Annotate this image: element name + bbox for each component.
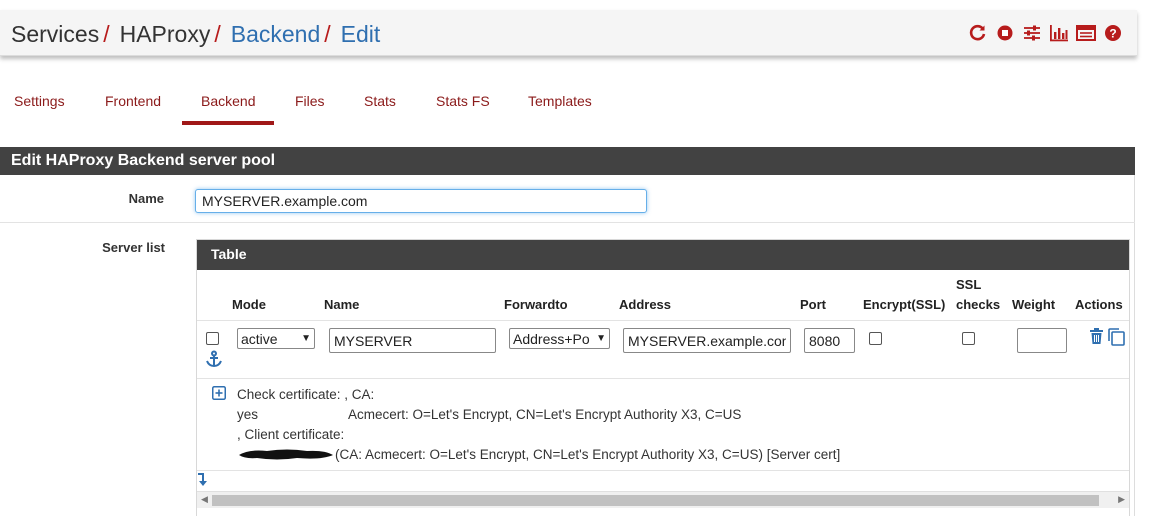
expand-icon[interactable]: [212, 386, 226, 405]
duplicate-icon[interactable]: [1106, 327, 1126, 352]
tab-stats-fs[interactable]: Stats FS: [436, 93, 490, 109]
port-input[interactable]: [804, 328, 855, 353]
page-header: Services / HAProxy / Backend / Edit ?: [0, 10, 1137, 56]
delete-icon[interactable]: [1089, 328, 1104, 349]
breadcrumb-services: Services: [11, 21, 100, 47]
row-select-checkbox[interactable]: [206, 332, 219, 345]
chevron-down-icon: ▼: [596, 333, 606, 344]
settings-sliders-icon[interactable]: [1022, 23, 1042, 43]
ssl-checks-checkbox[interactable]: [962, 332, 975, 345]
name-label: Name: [128, 191, 164, 206]
mode-select-value: active: [241, 330, 278, 347]
log-icon[interactable]: [1076, 23, 1096, 43]
row-divider: [0, 222, 1135, 223]
column-header-encrypt: Encrypt(SSL): [863, 297, 946, 312]
tab-stats[interactable]: Stats: [364, 93, 396, 109]
move-down-icon[interactable]: [197, 473, 207, 492]
column-header-forwardto: Forwardto: [504, 297, 568, 312]
address-input[interactable]: [623, 328, 791, 353]
client-certificate-value: (CA: Acmecert: O=Let's Encrypt, CN=Let's…: [335, 447, 841, 462]
weight-input[interactable]: [1017, 328, 1067, 353]
server-table-title: Table: [197, 240, 1129, 270]
restart-icon[interactable]: [968, 23, 988, 43]
scroll-right-icon[interactable]: ▶: [1118, 494, 1125, 505]
breadcrumb-separator: /: [324, 21, 331, 47]
breadcrumb: Services / HAProxy / Backend / Edit: [11, 21, 380, 47]
column-header-ssl: SSL: [956, 277, 982, 292]
tab-backend[interactable]: Backend: [201, 93, 255, 109]
column-header-port: Port: [800, 297, 826, 312]
forwardto-select-value: Address+Po: [513, 330, 590, 347]
chevron-down-icon: ▼: [301, 333, 311, 344]
server-list-label: Server list: [102, 240, 165, 255]
redacted-mark: [237, 446, 334, 462]
name-input[interactable]: [195, 189, 647, 213]
breadcrumb-backend-link[interactable]: Backend: [231, 21, 321, 47]
panel-title: Edit HAProxy Backend server pool: [0, 147, 1135, 175]
ca-value: Acmecert: O=Let's Encrypt, CN=Let's Encr…: [348, 407, 742, 422]
column-header-checks: checks: [956, 297, 1001, 312]
header-icon-group: ?: [968, 23, 1123, 43]
chart-icon[interactable]: [1049, 23, 1069, 43]
svg-text:?: ?: [1109, 27, 1116, 41]
check-certificate-value: yes: [237, 407, 259, 422]
horizontal-scrollbar[interactable]: ◀ ▶: [197, 491, 1129, 508]
encrypt-ssl-checkbox[interactable]: [869, 332, 882, 345]
column-header-address: Address: [619, 297, 672, 312]
column-header-mode: Mode: [232, 297, 266, 312]
header-divider: [197, 320, 1129, 321]
column-header-weight: Weight: [1012, 297, 1056, 312]
check-certificate-text: Check certificate: , CA:: [237, 387, 375, 402]
anchor-icon[interactable]: [205, 350, 223, 373]
breadcrumb-separator: /: [103, 21, 110, 47]
row-divider: [197, 470, 1129, 471]
scroll-left-icon[interactable]: ◀: [201, 494, 208, 505]
tab-frontend[interactable]: Frontend: [105, 93, 161, 109]
tab-settings[interactable]: Settings: [14, 93, 65, 109]
breadcrumb-edit-link[interactable]: Edit: [341, 21, 381, 47]
scrollbar-thumb[interactable]: [212, 495, 1099, 506]
client-certificate-text: , Client certificate:: [237, 427, 345, 442]
tab-templates[interactable]: Templates: [528, 93, 592, 109]
breadcrumb-separator: /: [214, 21, 221, 47]
tab-files[interactable]: Files: [295, 93, 325, 109]
active-tab-indicator: [182, 121, 274, 125]
column-header-name: Name: [324, 297, 360, 312]
server-name-input[interactable]: [329, 328, 496, 353]
help-icon[interactable]: ?: [1103, 23, 1123, 43]
column-header-actions: Actions: [1075, 297, 1123, 312]
breadcrumb-haproxy: HAProxy: [119, 21, 211, 47]
row-divider: [197, 378, 1129, 379]
mode-select[interactable]: active ▼: [237, 328, 315, 349]
stop-icon[interactable]: [995, 23, 1015, 43]
forwardto-select[interactable]: Address+Po ▼: [509, 328, 610, 349]
